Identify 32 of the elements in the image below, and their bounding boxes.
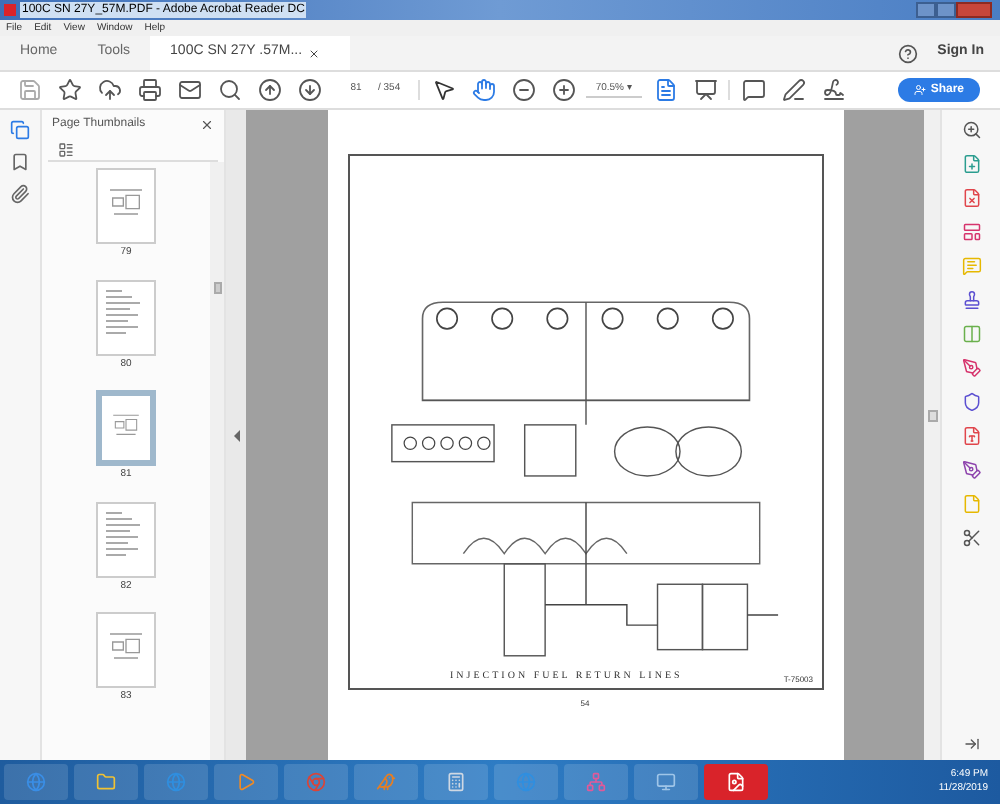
scissors-icon[interactable] bbox=[961, 528, 981, 548]
page-thumbnail[interactable] bbox=[96, 279, 156, 355]
page-thumbnail[interactable] bbox=[96, 390, 156, 466]
help-icon[interactable] bbox=[897, 43, 918, 63]
folder-icon[interactable] bbox=[74, 764, 138, 800]
collapse-handle-icon[interactable] bbox=[233, 429, 239, 441]
pdf-app-icon[interactable] bbox=[704, 764, 768, 800]
scrollbar[interactable] bbox=[210, 162, 224, 760]
add-user-icon bbox=[914, 84, 927, 96]
file-remove-icon[interactable] bbox=[961, 188, 981, 208]
page-thumbnail[interactable] bbox=[96, 612, 156, 688]
scrollbar[interactable] bbox=[924, 110, 940, 760]
page-thumbnail[interactable] bbox=[96, 168, 156, 244]
close-icon[interactable] bbox=[200, 117, 214, 131]
columns-icon[interactable] bbox=[961, 324, 981, 344]
zoom-icon[interactable] bbox=[961, 120, 981, 140]
bookmark-icon[interactable] bbox=[10, 152, 30, 172]
options-icon[interactable] bbox=[58, 141, 74, 157]
pdf-file-icon[interactable] bbox=[961, 426, 981, 446]
pen-icon[interactable] bbox=[961, 358, 981, 378]
calculator-icon[interactable] bbox=[424, 764, 488, 800]
layout-icon[interactable] bbox=[961, 222, 981, 242]
stamp-icon[interactable] bbox=[961, 290, 981, 310]
shield-icon[interactable] bbox=[961, 392, 981, 412]
file-plus-icon[interactable] bbox=[961, 154, 981, 174]
app-icon bbox=[4, 4, 16, 16]
close-tab-icon[interactable] bbox=[308, 47, 321, 59]
pen-icon[interactable] bbox=[961, 460, 981, 480]
pages-icon[interactable] bbox=[10, 120, 30, 140]
page-thumbnail[interactable] bbox=[96, 501, 156, 577]
expand-icon[interactable] bbox=[963, 736, 979, 752]
attachment-icon[interactable] bbox=[10, 184, 30, 204]
